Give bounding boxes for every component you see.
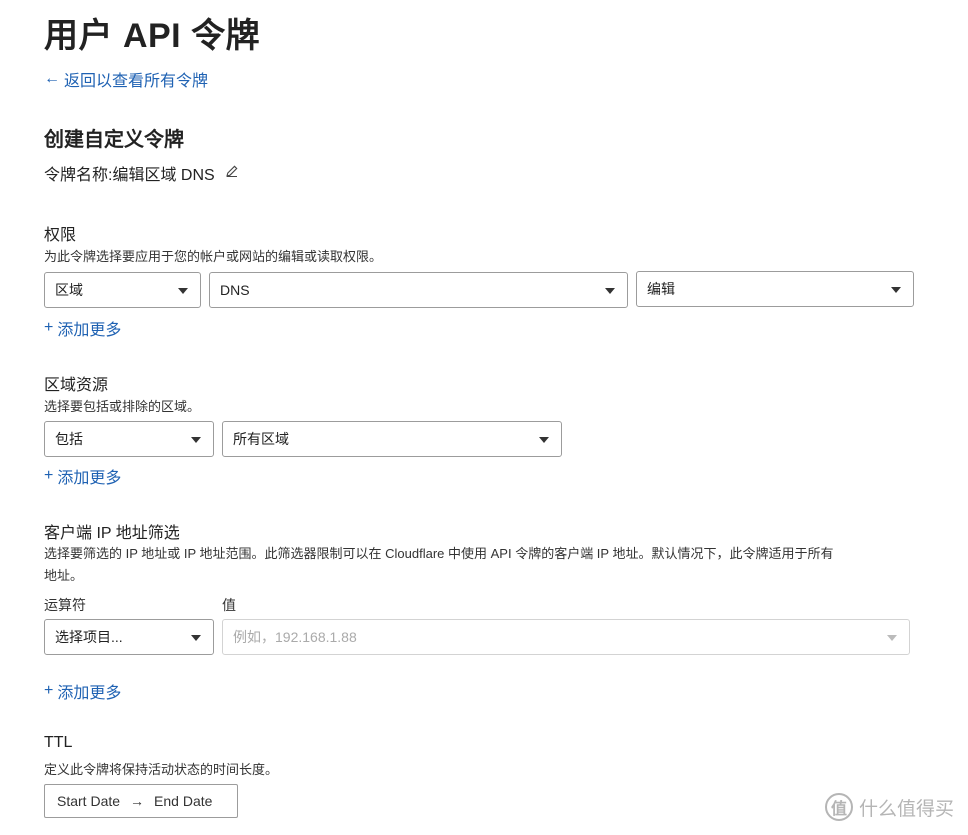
- arrow-left-icon: ←: [44, 70, 60, 87]
- start-date-field[interactable]: Start Date: [57, 793, 120, 809]
- permission-scope-select[interactable]: 区域: [44, 272, 201, 308]
- zone-resources-add-more-button[interactable]: + 添加更多: [44, 464, 121, 488]
- add-more-label: 添加更多: [57, 470, 122, 487]
- end-date-field[interactable]: End Date: [154, 793, 212, 809]
- caret-down-icon: [539, 437, 549, 443]
- operator-label: 运算符: [44, 597, 86, 613]
- back-to-tokens-link[interactable]: ← 返回以查看所有令牌: [44, 67, 208, 91]
- ip-value-input[interactable]: 例如，192.168.1.88: [222, 619, 910, 655]
- caret-down-icon: [191, 635, 201, 641]
- section-title: 创建自定义令牌: [44, 129, 184, 151]
- ip-filter-description-line1: 选择要筛选的 IP 地址或 IP 地址范围。此筛选器限制可以在 Cloudfla…: [44, 546, 834, 561]
- plus-icon: +: [44, 319, 54, 336]
- ttl-description: 定义此令牌将保持活动状态的时间长度。: [44, 762, 279, 777]
- caret-down-icon: [605, 288, 615, 294]
- value-label: 值: [222, 597, 236, 613]
- pencil-icon[interactable]: [225, 164, 239, 183]
- zone-include-select[interactable]: 包括: [44, 421, 214, 457]
- operator-select[interactable]: 选择项目...: [44, 619, 214, 655]
- zone-target-select[interactable]: 所有区域: [222, 421, 562, 457]
- ttl-title: TTL: [44, 734, 73, 751]
- token-name-label: 令牌名称:: [44, 167, 113, 184]
- plus-icon: +: [44, 467, 54, 484]
- arrow-right-icon: →: [130, 793, 145, 809]
- ip-value-placeholder: 例如，192.168.1.88: [233, 629, 357, 645]
- permission-level-value: 编辑: [647, 281, 675, 297]
- plus-icon: +: [44, 682, 54, 699]
- caret-down-icon: [191, 437, 201, 443]
- permission-level-select[interactable]: 编辑: [636, 271, 914, 307]
- token-name-value: 编辑区域 DNS: [112, 167, 215, 184]
- permissions-add-more-button[interactable]: + 添加更多: [44, 316, 121, 340]
- page-title: 用户 API 令牌: [44, 17, 261, 55]
- permission-resource-select[interactable]: DNS: [209, 272, 628, 308]
- zone-resources-description: 选择要包括或排除的区域。: [44, 399, 201, 414]
- ip-filter-title: 客户端 IP 地址筛选: [44, 525, 180, 542]
- permission-scope-value: 区域: [55, 282, 83, 298]
- caret-down-icon: [891, 287, 901, 293]
- watermark-logo-icon: 值: [824, 793, 853, 821]
- token-name-row: 令牌名称: 编辑区域 DNS: [44, 161, 239, 185]
- watermark-text: 什么值得买: [858, 798, 954, 820]
- ip-filter-add-more-button[interactable]: + 添加更多: [44, 679, 121, 703]
- caret-down-icon: [178, 288, 188, 294]
- zone-include-value: 包括: [55, 431, 83, 447]
- add-more-label: 添加更多: [57, 685, 122, 702]
- zone-target-value: 所有区域: [233, 431, 289, 447]
- ttl-date-range-picker[interactable]: Start Date → End Date: [44, 784, 238, 818]
- caret-down-icon: [887, 635, 897, 641]
- permissions-title: 权限: [44, 227, 77, 244]
- operator-select-value: 选择项目...: [55, 629, 123, 645]
- add-more-label: 添加更多: [57, 322, 122, 339]
- permission-resource-value: DNS: [220, 282, 250, 298]
- zone-resources-title: 区域资源: [44, 377, 109, 394]
- back-link-label: 返回以查看所有令牌: [64, 73, 209, 90]
- watermark: 值 什么值得买: [824, 793, 954, 821]
- ip-filter-description-line2: 地址。: [44, 568, 84, 583]
- permissions-description: 为此令牌选择要应用于您的帐户或网站的编辑或读取权限。: [44, 249, 383, 264]
